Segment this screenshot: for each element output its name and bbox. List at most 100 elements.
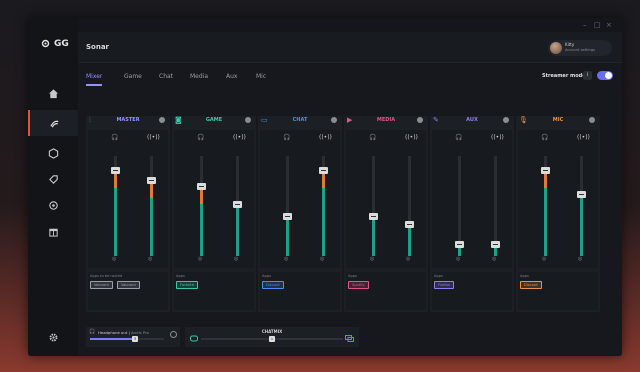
headphone-settings-icon[interactable] (170, 331, 177, 338)
mute-icon[interactable]: ◎ (370, 256, 374, 262)
sidebar-item-settings[interactable] (28, 324, 78, 350)
master-volume-slider-2[interactable] (147, 156, 156, 256)
headphone-icon: 🎧 (283, 134, 291, 141)
slider-knob[interactable] (197, 183, 206, 190)
mute-icon[interactable]: ◎ (492, 256, 496, 262)
app-chip[interactable]: Valorant (90, 281, 113, 289)
sidebar-item-gifts[interactable] (28, 218, 78, 244)
apps-label: Apps (520, 274, 529, 278)
headphone-icon: 🎧 (111, 134, 119, 141)
master-volume-slider-1[interactable] (111, 156, 120, 256)
slider-knob[interactable] (369, 213, 378, 220)
tab-mic[interactable]: Mic (256, 73, 266, 80)
app-chip[interactable]: Spotify (348, 281, 369, 289)
tab-media[interactable]: Media (190, 73, 208, 80)
fader-panel: 🎧 ◎ ((•)) ◎ (174, 130, 254, 268)
channel-name: MASTER (116, 117, 140, 123)
slider-knob[interactable] (577, 191, 586, 198)
info-button[interactable]: i (583, 71, 592, 80)
steelseries-icon (41, 39, 50, 48)
channel-settings-icon[interactable] (417, 117, 423, 123)
mute-icon[interactable]: ◎ (198, 256, 202, 262)
chatmix-game-icon (190, 335, 198, 342)
channel-header: ✎ AUX (430, 115, 514, 127)
media-volume-slider-2[interactable] (405, 156, 414, 256)
headphone-icon: 🎧 (369, 134, 377, 141)
headphone-icon: 🎧 (455, 134, 463, 141)
tab-game[interactable]: Game (124, 73, 142, 80)
aux-volume-slider-1[interactable] (455, 156, 464, 256)
streamer-mode-toggle[interactable] (597, 71, 613, 80)
channel-settings-icon[interactable] (159, 117, 165, 123)
sidebar-item-home[interactable] (28, 80, 78, 106)
headphone-volume-knob[interactable]: 3 (132, 336, 138, 342)
user-name: Kitty (565, 42, 575, 47)
channel-settings-icon[interactable] (331, 117, 337, 123)
minimize-icon[interactable]: – (583, 21, 587, 29)
tab-chat[interactable]: Chat (159, 73, 173, 80)
slider-knob[interactable] (491, 241, 500, 248)
chatmix-knob[interactable]: 1 (269, 336, 275, 342)
mute-icon[interactable]: ◎ (234, 256, 238, 262)
slider-fill (286, 216, 289, 256)
brand-logo: GG (40, 38, 69, 49)
game-volume-slider-1[interactable] (197, 156, 206, 256)
slider-knob[interactable] (147, 177, 156, 184)
mute-icon[interactable]: ◎ (112, 256, 116, 262)
app-chip[interactable]: Fortnite (176, 281, 198, 289)
chat-volume-slider-1[interactable] (283, 156, 292, 256)
sidebar-item-moments[interactable] (28, 192, 78, 218)
slider-knob[interactable] (455, 241, 464, 248)
mute-icon[interactable]: ◎ (284, 256, 288, 262)
apps-label: Apps (348, 274, 357, 278)
close-icon[interactable]: × (606, 21, 612, 29)
chatmix-slider[interactable]: 1 (201, 336, 343, 342)
channel-header: ▭ CHAT (258, 115, 342, 127)
sidebar-item-engine[interactable] (28, 140, 78, 166)
slider-knob[interactable] (405, 221, 414, 228)
target-icon (48, 200, 58, 210)
maximize-icon[interactable]: □ (594, 21, 601, 29)
mute-icon[interactable]: ◎ (542, 256, 546, 262)
sidebar-item-gg-deals[interactable] (28, 166, 78, 192)
hexagon-icon (48, 147, 58, 159)
chatmix-chat-icon (345, 335, 354, 342)
slider-knob[interactable] (233, 201, 242, 208)
mute-icon[interactable]: ◎ (578, 256, 582, 262)
slider-knob[interactable] (283, 213, 292, 220)
mute-icon[interactable]: ◎ (406, 256, 410, 262)
fader-panel: 🎧 ◎ ((•)) ◎ (88, 130, 168, 268)
tab-aux[interactable]: Aux (226, 73, 237, 80)
game-volume-slider-2[interactable] (233, 156, 242, 256)
app-chip[interactable]: Valorant (117, 281, 140, 289)
slider-knob[interactable] (319, 167, 328, 174)
channel-name: GAME (205, 117, 223, 123)
channel-settings-icon[interactable] (503, 117, 509, 123)
slider-knob[interactable] (111, 167, 120, 174)
app-chip[interactable]: Discord (520, 281, 542, 289)
slider-knob[interactable] (541, 167, 550, 174)
headphone-volume-slider[interactable]: 3 (90, 336, 164, 342)
mic-volume-slider-1[interactable] (541, 156, 550, 256)
stream-icon: ((•)) (233, 134, 246, 141)
account-button[interactable]: Kitty Account settings (548, 40, 612, 56)
mute-icon[interactable]: ◎ (456, 256, 460, 262)
app-chip[interactable]: Discord (262, 281, 284, 289)
tab-mixer[interactable]: Mixer (86, 73, 102, 80)
mic-volume-slider-2[interactable] (577, 156, 586, 256)
channel-settings-icon[interactable] (245, 117, 251, 123)
mute-icon[interactable]: ◎ (320, 256, 324, 262)
aux-volume-slider-2[interactable] (491, 156, 500, 256)
sidebar-item-sonar[interactable] (28, 110, 78, 136)
chatmix-label: CHATMIX (261, 329, 283, 334)
app-window: GG – □ × Sonar Kitty Account settings Mi… (28, 18, 622, 356)
app-chip[interactable]: Firefox (434, 281, 454, 289)
channel-settings-icon[interactable] (589, 117, 595, 123)
channel-header: ▶ MEDIA (344, 115, 428, 127)
mute-icon[interactable]: ◎ (148, 256, 152, 262)
channel-master: ⫶ MASTER 🎧 ◎ ((•)) ◎ Apps to be routed V… (86, 116, 170, 312)
sidebar: GG (28, 18, 78, 356)
media-volume-slider-1[interactable] (369, 156, 378, 256)
chat-volume-slider-2[interactable] (319, 156, 328, 256)
stream-icon: ((•)) (405, 134, 418, 141)
